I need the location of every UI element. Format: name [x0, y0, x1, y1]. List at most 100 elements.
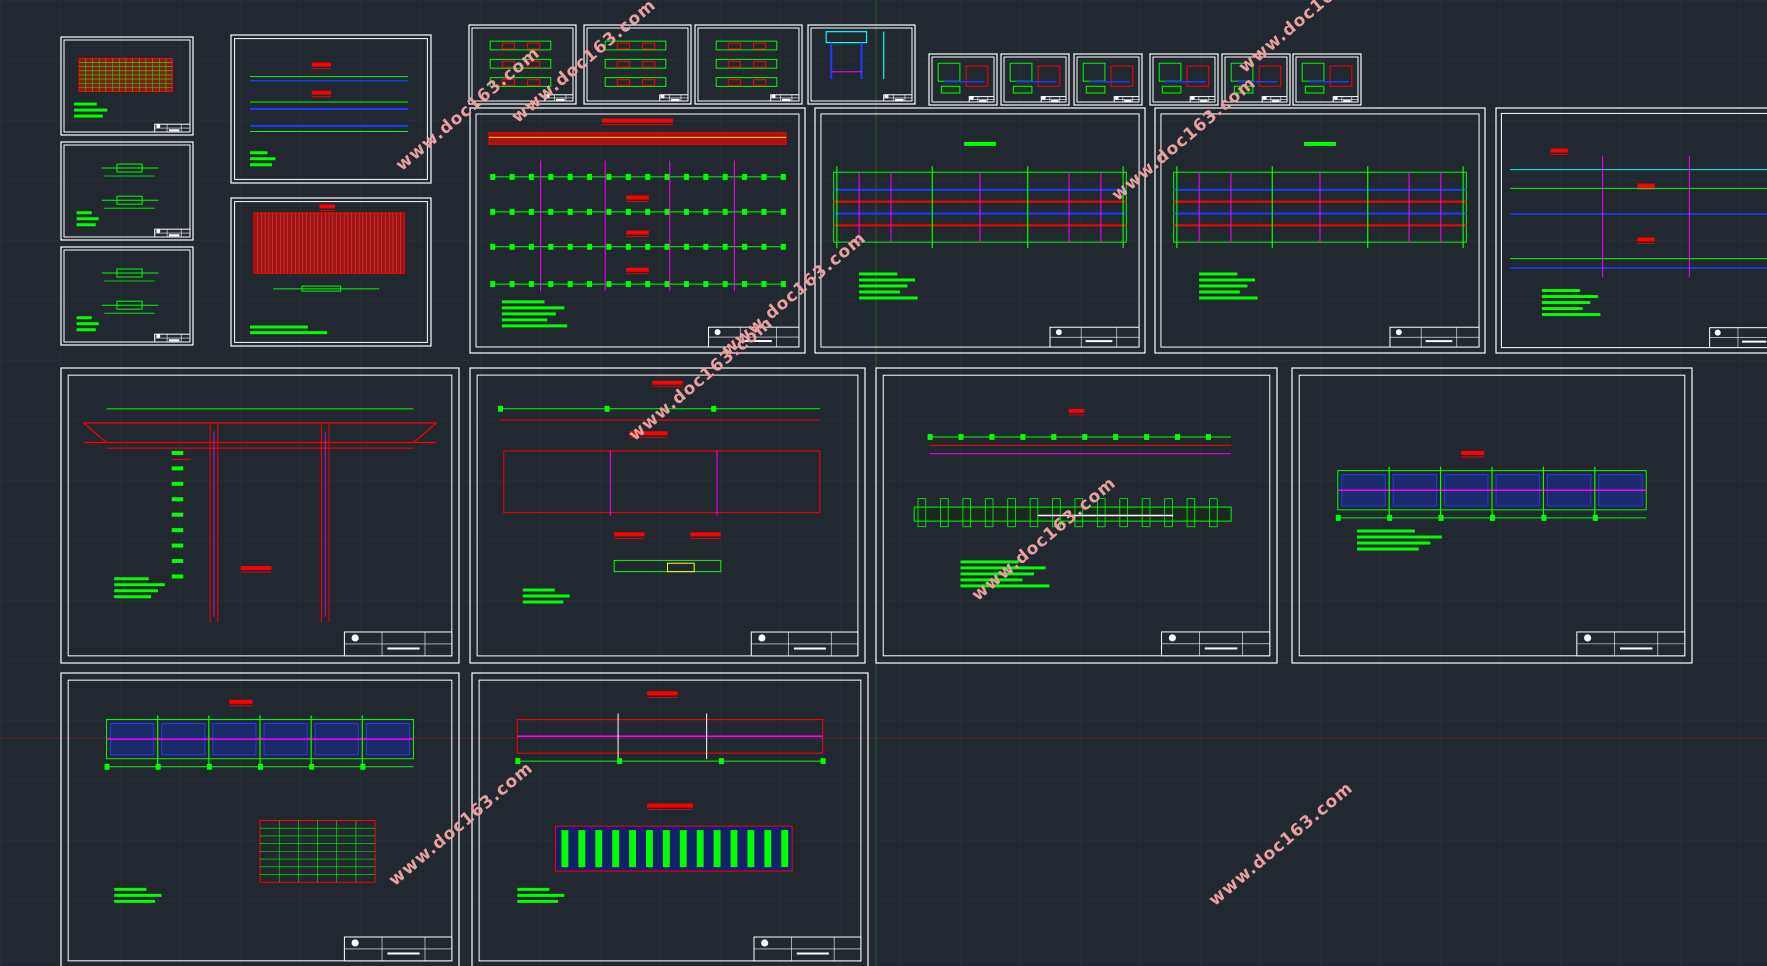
- steel-table-cell: [612, 830, 620, 868]
- dimension-tick: [645, 281, 651, 288]
- title-block-text: [744, 340, 772, 343]
- note-line: [501, 306, 565, 310]
- title-block-text: [793, 647, 826, 650]
- dimension-tick: [617, 758, 623, 765]
- note-line: [859, 278, 916, 282]
- note-line: [114, 899, 156, 903]
- steel-table-cell: [595, 830, 603, 868]
- title-block-logo: [761, 939, 769, 947]
- drawing-title: [626, 195, 649, 200]
- title-block-logo: [545, 94, 550, 99]
- dimension-tick: [703, 243, 709, 250]
- note-line: [960, 584, 1050, 588]
- note-line: [1199, 296, 1258, 300]
- note-line: [114, 577, 149, 581]
- note-line: [1199, 278, 1256, 282]
- dimension-tick: [820, 758, 826, 765]
- steel-table-cell: [646, 830, 653, 868]
- note-line: [859, 296, 918, 300]
- dimension-tick: [780, 208, 786, 215]
- note-line: [250, 157, 276, 161]
- dimension-tick: [528, 173, 534, 180]
- note-line: [74, 114, 103, 118]
- dimension-tick: [1175, 433, 1181, 440]
- dimension-tick: [1541, 514, 1547, 521]
- dimension-tick: [606, 281, 612, 288]
- drawing-title: [647, 803, 693, 808]
- note-line: [250, 325, 308, 329]
- steel-table: [554, 825, 793, 872]
- title-block-text: [1425, 340, 1453, 343]
- dimension-tick: [528, 281, 534, 288]
- dimension-tick: [1205, 433, 1211, 440]
- title-block-text: [387, 647, 420, 650]
- steel-table-cell: [764, 830, 772, 868]
- dimension-tick: [528, 243, 534, 250]
- note-line: [960, 572, 1034, 576]
- title-block-text: [1051, 100, 1059, 103]
- note-line: [522, 600, 564, 604]
- note-line: [517, 887, 550, 891]
- note-line: [517, 899, 558, 903]
- dimension-tick: [1144, 433, 1150, 440]
- drawing-title: [1304, 141, 1336, 146]
- dimension-tick: [606, 243, 612, 250]
- drawing-title: [311, 90, 331, 95]
- title-block-text: [1742, 340, 1767, 343]
- title-block-text: [387, 952, 420, 955]
- steel-table-cell: [561, 830, 569, 868]
- note-line: [960, 566, 1046, 570]
- drawing-title: [1550, 148, 1568, 153]
- dimension-tick: [703, 208, 709, 215]
- title-block-logo: [156, 124, 161, 129]
- note-line: [1357, 541, 1431, 545]
- note-line: [114, 595, 152, 599]
- steel-table-cell: [730, 830, 738, 868]
- dimension-tick: [1592, 514, 1598, 521]
- dimension-tick: [606, 173, 612, 180]
- girder-elevation: [488, 132, 787, 145]
- dimension-tick: [587, 208, 593, 215]
- dimension-tick: [548, 208, 554, 215]
- dimension-tick: [490, 281, 496, 288]
- title-block-logo: [1168, 634, 1176, 642]
- dimension-tick: [683, 243, 689, 250]
- detail-section: [940, 85, 961, 94]
- dimension-tick: [711, 405, 717, 412]
- note-line: [859, 272, 898, 276]
- cad-model-space[interactable]: [0, 0, 1767, 966]
- title-block-text: [556, 98, 565, 101]
- title-block-logo: [1055, 329, 1062, 336]
- title-block-text: [1272, 100, 1280, 103]
- title-block-text: [168, 339, 180, 342]
- steel-table-cell: [629, 830, 637, 868]
- title-block-text: [782, 98, 791, 101]
- dimension-tick: [1335, 514, 1341, 521]
- title-block-logo: [351, 939, 359, 947]
- note-line: [76, 211, 92, 215]
- note-line: [114, 893, 162, 897]
- note-line: [114, 887, 147, 891]
- dimension-tick: [509, 208, 515, 215]
- dimension-tick: [548, 281, 554, 288]
- title-block-logo: [969, 95, 974, 100]
- steel-table-cell: [578, 830, 586, 868]
- note-line: [76, 223, 96, 227]
- title-block-logo: [1584, 634, 1592, 642]
- title-block-text: [796, 952, 829, 955]
- note-line: [76, 217, 99, 221]
- note-line: [522, 594, 570, 598]
- dimension-tick: [1113, 433, 1119, 440]
- dimension-tick: [490, 208, 496, 215]
- dimension-tick: [722, 173, 728, 180]
- dimension-tick: [645, 173, 651, 180]
- dimension-tick: [664, 243, 670, 250]
- dimension-tick: [780, 243, 786, 250]
- dimension-tick: [567, 243, 573, 250]
- note-line: [250, 163, 273, 167]
- drawing-title: [240, 566, 272, 571]
- note-line: [960, 560, 1019, 564]
- dimension-tick: [722, 243, 728, 250]
- note-line: [1357, 529, 1415, 533]
- dimension-tick: [761, 173, 767, 180]
